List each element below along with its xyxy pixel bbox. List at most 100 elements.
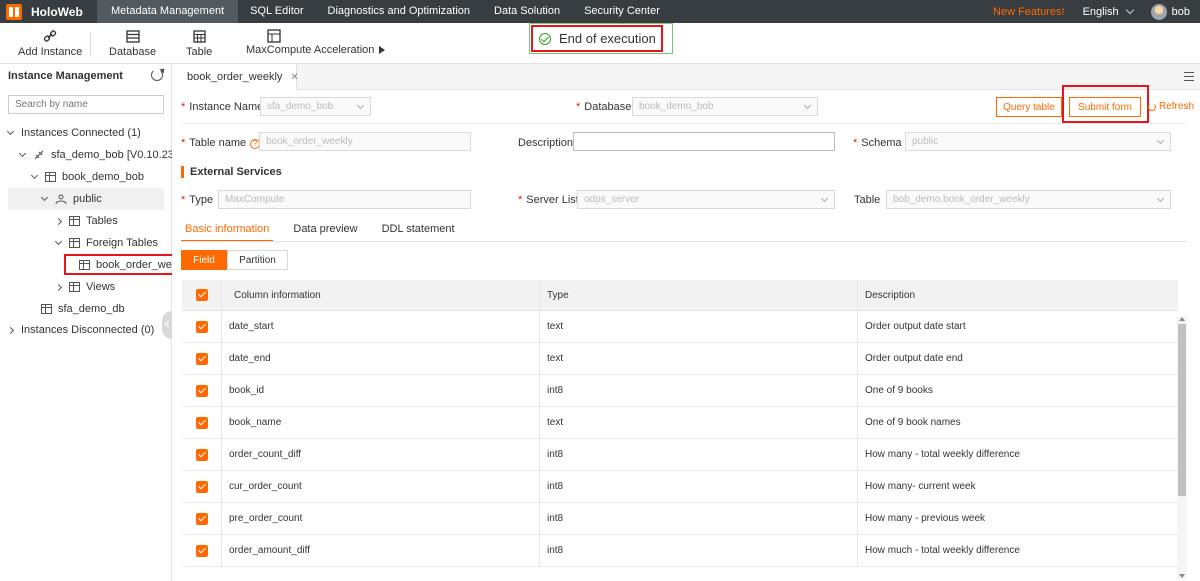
toast-highlight-box: End of execution [531,25,663,52]
tree-label: book_demo_bob [62,171,144,183]
table-row[interactable]: book_id int8 One of 9 books [182,375,1178,407]
chevron-right-icon [54,217,63,225]
column-name-cell: book_id [222,375,540,406]
table-name-input[interactable]: book_order_weekly [259,132,471,151]
tab-basic-information[interactable]: Basic information [181,220,274,242]
app-logo[interactable]: HoloWeb [0,0,97,23]
row-checkbox[interactable] [182,407,222,438]
tab-data-preview[interactable]: Data preview [293,220,357,242]
row-checkbox[interactable] [182,535,222,566]
table-row[interactable]: pre_order_count int8 How many - previous w… [182,503,1178,535]
sidebar: Instance Management Instances Connected … [0,64,183,581]
column-type-cell: text [540,343,858,374]
database-select[interactable]: book_demo_bob [632,97,818,116]
close-icon[interactable]: ✕ [290,72,298,83]
row-checkbox[interactable] [182,343,222,374]
menu-icon[interactable] [1184,72,1194,81]
chevron-down-icon [6,127,15,136]
sidebar-title: Instance Management [8,70,123,82]
partition-segment-button[interactable]: Partition [227,250,288,270]
nav-sql-editor[interactable]: SQL Editor [238,0,315,23]
language-label: English [1082,5,1119,18]
table-row[interactable]: book_name text One of 9 book names [182,407,1178,439]
tree-database-item[interactable]: book_demo_bob [30,166,144,188]
select-all-checkbox-cell[interactable] [182,280,222,310]
maxcompute-acceleration-button[interactable]: MaxCompute Acceleration [246,44,386,56]
instance-name-select[interactable]: sfa_demo_bob [260,97,371,116]
refresh-label: Refresh [1159,101,1195,112]
checkbox-checked-icon [195,289,208,301]
nav-diagnostics[interactable]: Diagnostics and Optimization [316,0,482,23]
tab-book-order-weekly[interactable]: book_order_weekly ✕ [172,64,299,90]
table-label: Table [186,46,213,58]
field-segment-button[interactable]: Field [181,250,227,270]
description-input[interactable] [573,132,835,151]
chevron-right-icon [54,283,63,291]
chevron-down-icon [356,101,365,110]
row-checkbox[interactable] [182,439,222,470]
language-selector[interactable]: English [1082,5,1134,18]
scroll-up-icon[interactable] [1179,317,1185,321]
table-row[interactable]: date_end text Order output date end [182,343,1178,375]
tree-foreign-tables-item[interactable]: Foreign Tables [54,232,158,254]
column-description-cell: How much - total weekly difference [865,545,1020,556]
database-icon [41,304,52,314]
add-instance-button[interactable]: Add Instance [18,29,82,58]
column-description-cell: How many - previous week [865,513,986,524]
vertical-scrollbar[interactable] [1177,316,1187,579]
refresh-icon[interactable] [151,69,163,81]
caret-right-icon [379,46,386,54]
row-checkbox[interactable] [182,503,222,534]
query-table-button[interactable]: Query table [996,97,1062,117]
tree-instance-item[interactable]: sfa_demo_bob [V0.10.23] [18,144,177,166]
column-name-cell: cur_order_count [222,471,540,502]
table-button[interactable]: Table [186,29,212,58]
tree-other-database-item[interactable]: sfa_demo_db [41,298,125,320]
schema-select[interactable]: public [905,132,1171,151]
database-label: Database [109,46,157,58]
avatar[interactable] [1150,3,1167,20]
tab-ddl-statement[interactable]: DDL statement [382,220,455,242]
topbar-right-group: New Features! English bob [993,0,1200,23]
external-table-select[interactable]: bob_demo.book_order_weekly [886,190,1171,209]
tree-instances-connected[interactable]: Instances Connected (1) [6,122,141,144]
scroll-down-icon[interactable] [1179,574,1185,578]
sidebar-collapse-handle[interactable] [162,311,172,339]
table-row[interactable]: date_start text Order output date start [182,311,1178,343]
database-icon [45,172,56,182]
nav-metadata-management[interactable]: Metadata Management [97,0,239,23]
type-input[interactable]: MaxCompute [218,190,471,209]
table-icon [192,29,206,43]
app-name: HoloWeb [31,4,83,19]
table-row[interactable]: order_amount_diff int8 How much - total we… [182,535,1178,567]
row-checkbox[interactable] [182,311,222,342]
chevron-down-icon [1156,194,1165,203]
new-features-link[interactable]: New Features! [993,6,1065,18]
main-panel: book_order_weekly ✕ * Instance Name sfa_d… [172,64,1200,581]
chevron-down-icon [18,149,27,158]
tree-instances-disconnected[interactable]: Instances Disconnected (0) [6,319,154,341]
chevron-down-icon [54,237,63,246]
column-description-cell: Order output date start [865,321,966,332]
tree-label: sfa_demo_db [58,303,125,315]
tree-views-item[interactable]: Views [54,276,116,298]
tree-label: public [73,193,102,205]
nav-security-center[interactable]: Security Center [572,0,672,23]
refresh-link[interactable]: Refresh [1148,101,1194,112]
tree-tables-item[interactable]: Tables [54,210,118,232]
table-row[interactable]: cur_order_count int8 How many- current wee… [182,471,1178,503]
user-name[interactable]: bob [1172,6,1190,18]
search-input[interactable] [8,95,164,114]
server-list-select[interactable]: odps_server [577,190,835,209]
tree-schema-item[interactable]: public [8,188,164,210]
scrollbar-thumb[interactable] [1178,324,1186,496]
nav-data-solution[interactable]: Data Solution [482,0,572,23]
tree-label: Views [86,281,116,293]
column-description-cell: One of 9 books [865,385,933,396]
row-checkbox[interactable] [182,375,222,406]
table-row[interactable]: order_count_diff int8 How many - total wee… [182,439,1178,471]
holoweb-logo-icon [6,3,22,20]
header-type: Type [540,280,858,310]
row-checkbox[interactable] [182,471,222,502]
database-button[interactable]: Database [109,29,156,58]
